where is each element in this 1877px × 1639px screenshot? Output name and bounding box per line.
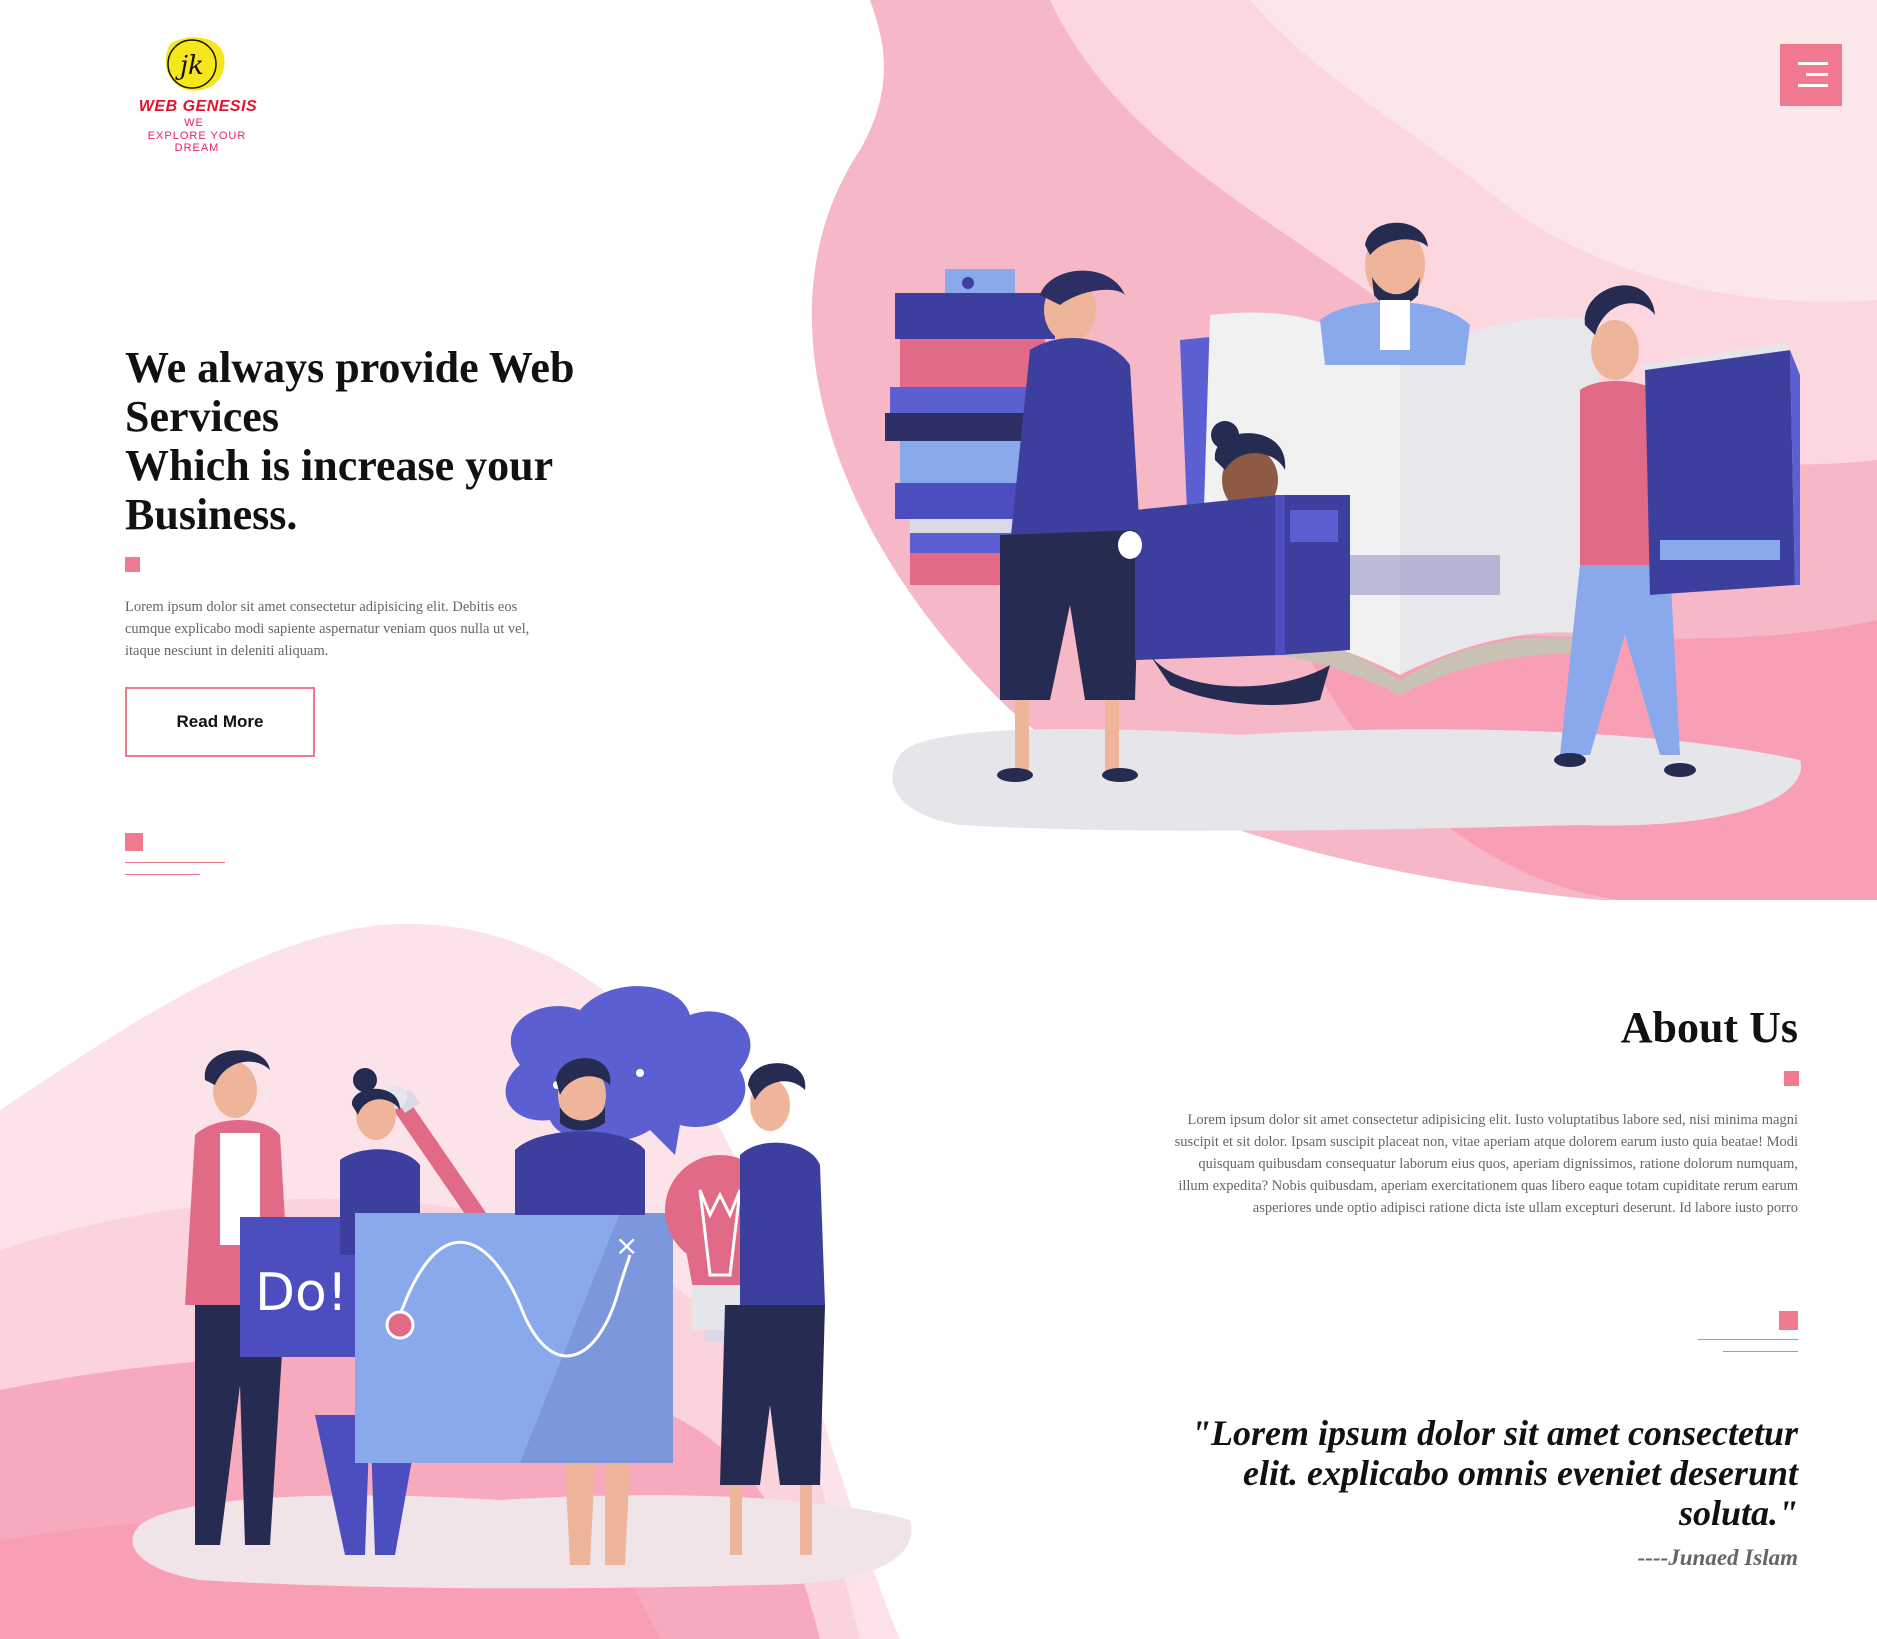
read-more-button[interactable]: Read More: [125, 687, 315, 757]
logo-brand-name: WEB GENESIS: [138, 98, 258, 115]
board-text: Do!: [255, 1263, 348, 1323]
logo-monogram: jk: [175, 51, 204, 81]
logo-tagline: EXPLORE YOUR DREAM: [147, 130, 247, 154]
accent-square: [1779, 1311, 1798, 1330]
hero-description: Lorem ipsum dolor sit amet consectetur a…: [125, 599, 530, 659]
decorative-line: [125, 862, 225, 863]
logo-mark-icon: jk: [165, 37, 225, 91]
svg-text:×: ×: [615, 1229, 638, 1262]
decorative-line: [125, 874, 200, 875]
decorative-line: [1723, 1351, 1798, 1352]
about-description: Lorem ipsum dolor sit amet consectetur a…: [1174, 1112, 1798, 1216]
hero-title: We always provide Web Services Which is …: [125, 343, 575, 539]
hamburger-menu-icon[interactable]: [1780, 44, 1842, 106]
accent-square: [125, 833, 143, 851]
people-with-books-illustration: [885, 222, 1801, 831]
accent-square: [1784, 1071, 1799, 1086]
logo-we: WE: [184, 117, 204, 129]
quote-author: ----Junaed Islam: [1637, 1545, 1798, 1570]
logo[interactable]: jk WEB GENESIS WE EXPLORE YOUR DREAM: [124, 28, 270, 154]
testimonial-quote: "Lorem ipsum dolor sit amet consectetur …: [1191, 1413, 1798, 1533]
decorative-line: [1698, 1339, 1798, 1340]
about-title: About Us: [1620, 1003, 1798, 1052]
accent-square: [125, 557, 140, 572]
team-brainstorming-illustration: Do! ×: [132, 986, 912, 1589]
